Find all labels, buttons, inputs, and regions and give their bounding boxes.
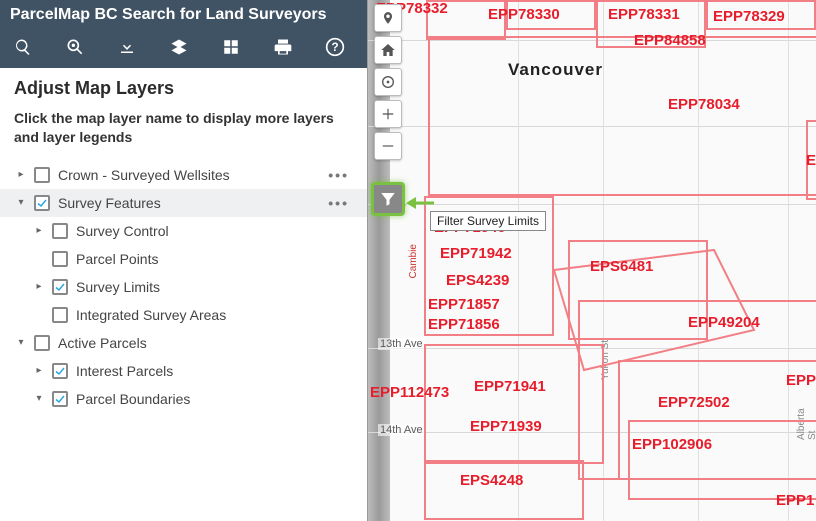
parcel-label: EPP78034 xyxy=(668,96,740,113)
layer-label[interactable]: Survey Features xyxy=(58,195,328,211)
parcel-label: EPP71857 xyxy=(428,296,500,313)
layer-label[interactable]: Survey Limits xyxy=(76,279,353,295)
parcel-label: EPS4239 xyxy=(446,272,509,289)
layer-menu-button[interactable]: ••• xyxy=(328,195,353,211)
layer-checkbox[interactable] xyxy=(52,307,68,323)
layer-row[interactable]: ▾ Parcel Boundaries xyxy=(14,385,353,413)
layer-menu-button[interactable]: ••• xyxy=(328,167,353,183)
app-title: ParcelMap BC Search for Land Surveyors xyxy=(0,0,367,30)
parcel-label: EPP1 xyxy=(776,492,814,509)
identify-icon[interactable] xyxy=(64,36,86,58)
svg-text:?: ? xyxy=(331,41,338,54)
layer-checkbox[interactable] xyxy=(52,279,68,295)
layer-label[interactable]: Interest Parcels xyxy=(76,363,353,379)
street-label: Cambie xyxy=(408,244,419,278)
parcel-label: EPP71942 xyxy=(440,245,512,262)
parcel-label: EPP84858 xyxy=(634,32,706,49)
parcel-label: EPP72502 xyxy=(658,394,730,411)
parcel-outline xyxy=(424,460,584,520)
collapse-icon[interactable]: ▾ xyxy=(14,197,28,208)
layer-row[interactable]: ▸ Survey Limits xyxy=(14,273,353,301)
layer-label[interactable]: Survey Control xyxy=(76,223,353,239)
filter-icon xyxy=(379,190,397,208)
filter-tooltip: Filter Survey Limits xyxy=(430,211,546,231)
parcel-label: EPP71856 xyxy=(428,316,500,333)
layer-panel: Adjust Map Layers Click the map layer na… xyxy=(0,68,367,521)
expand-icon[interactable]: ▸ xyxy=(32,281,46,292)
print-icon[interactable] xyxy=(272,36,294,58)
filter-survey-limits-button[interactable] xyxy=(371,182,405,216)
parcel-label: EPP102906 xyxy=(632,436,712,453)
parcel-label: EPP78331 xyxy=(608,6,680,23)
parcel-outline xyxy=(428,36,816,196)
layer-label[interactable]: Crown - Surveyed Wellsites xyxy=(58,167,328,183)
collapse-icon[interactable]: ▾ xyxy=(32,393,46,404)
extent-button[interactable] xyxy=(374,68,402,96)
parcel-label: EPS4248 xyxy=(460,472,523,489)
street-label: 14th Ave xyxy=(378,424,425,436)
layer-row[interactable]: ▾ Active Parcels xyxy=(14,329,353,357)
help-icon[interactable]: ? xyxy=(324,36,346,58)
download-icon[interactable] xyxy=(116,36,138,58)
parcel-label: EPP1 xyxy=(786,372,816,389)
layer-label[interactable]: Parcel Points xyxy=(76,251,353,267)
parcel-label: EPP71939 xyxy=(470,418,542,435)
parcel-label: EPP71941 xyxy=(474,378,546,395)
zoom-in-button[interactable] xyxy=(374,100,402,128)
layer-checkbox[interactable] xyxy=(34,335,50,351)
layers-icon[interactable] xyxy=(168,36,190,58)
parcel-label: EPS6481 xyxy=(590,258,653,275)
panel-heading: Adjust Map Layers xyxy=(14,78,353,99)
layer-row[interactable]: ▸ Survey Control xyxy=(14,217,353,245)
layer-row[interactable]: ▸ Crown - Surveyed Wellsites••• xyxy=(14,161,353,189)
parcel-outline xyxy=(628,420,816,500)
layer-checkbox[interactable] xyxy=(52,391,68,407)
layer-label[interactable]: Parcel Boundaries xyxy=(76,391,353,407)
layer-label[interactable]: Integrated Survey Areas xyxy=(76,307,353,323)
layer-row[interactable]: ▸ Interest Parcels xyxy=(14,357,353,385)
panel-subheading: Click the map layer name to display more… xyxy=(14,109,353,147)
collapse-icon[interactable]: ▾ xyxy=(14,337,28,348)
layer-checkbox[interactable] xyxy=(52,363,68,379)
toolbar: ? xyxy=(0,30,367,68)
layer-row[interactable]: Parcel Points xyxy=(14,245,353,273)
home-button[interactable] xyxy=(374,36,402,64)
callout-arrow-icon xyxy=(406,194,436,212)
parcel-label: EPP49204 xyxy=(688,314,760,331)
grid-icon[interactable] xyxy=(220,36,242,58)
expand-icon[interactable]: ▸ xyxy=(32,365,46,376)
layer-label[interactable]: Active Parcels xyxy=(58,335,353,351)
parcel-label: EPP78329 xyxy=(713,8,785,25)
layer-row[interactable]: Integrated Survey Areas xyxy=(14,301,353,329)
parcel-label: EPP78330 xyxy=(488,6,560,23)
layer-checkbox[interactable] xyxy=(34,167,50,183)
expand-icon[interactable]: ▸ xyxy=(32,225,46,236)
search-icon[interactable] xyxy=(12,36,34,58)
left-panel: ParcelMap BC Search for Land Surveyors ?… xyxy=(0,0,368,521)
layer-checkbox[interactable] xyxy=(52,223,68,239)
street-label: 13th Ave xyxy=(378,338,425,350)
layer-checkbox[interactable] xyxy=(34,195,50,211)
locate-button[interactable] xyxy=(374,4,402,32)
map-canvas[interactable]: Vancouver 13th Ave 14th Ave 8th Ave Yuko… xyxy=(368,0,816,521)
parcel-label: E xyxy=(806,152,816,169)
parcel-label: EPP112473 xyxy=(370,384,449,401)
layer-row[interactable]: ▾ Survey Features••• xyxy=(0,189,367,217)
expand-icon[interactable]: ▸ xyxy=(14,169,28,180)
zoom-out-button[interactable] xyxy=(374,132,402,160)
layer-checkbox[interactable] xyxy=(52,251,68,267)
